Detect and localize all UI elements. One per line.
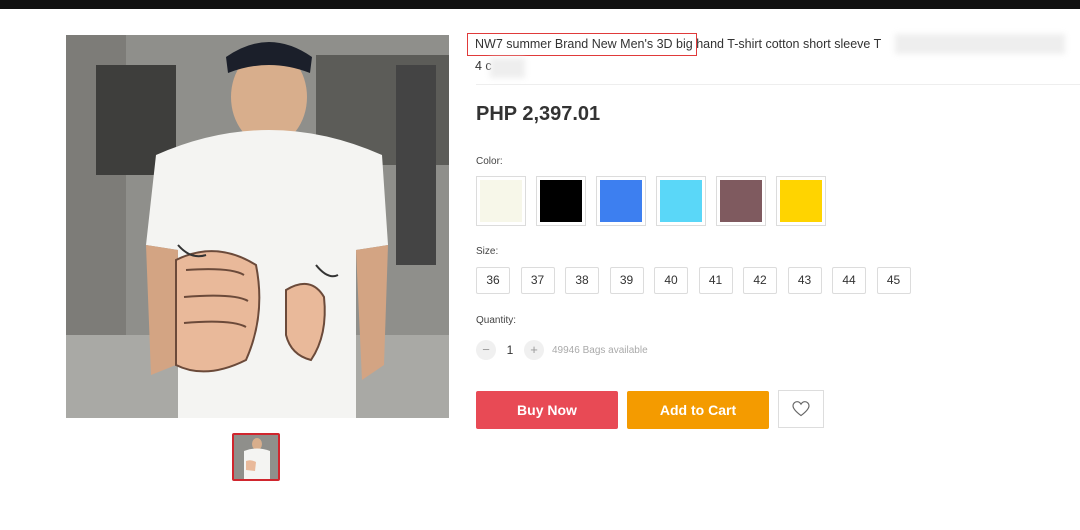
top-bar	[0, 0, 1080, 9]
color-swatch-fill	[720, 180, 762, 222]
divider	[476, 84, 1080, 85]
color-label: Color:	[476, 156, 503, 167]
color-swatch[interactable]	[596, 176, 646, 226]
size-option[interactable]: 37	[520, 267, 555, 294]
wishlist-button[interactable]	[778, 390, 824, 428]
size-option[interactable]: 44	[832, 267, 866, 294]
color-swatch[interactable]	[476, 176, 526, 226]
size-label: Size:	[476, 246, 499, 257]
color-swatch[interactable]	[716, 176, 766, 226]
size-option[interactable]: 42	[743, 267, 777, 294]
color-swatch[interactable]	[656, 176, 706, 226]
size-option[interactable]: 43	[787, 267, 822, 294]
redacted-region	[490, 58, 525, 78]
heart-icon	[792, 401, 810, 417]
color-swatch-fill	[660, 180, 702, 222]
add-to-cart-button[interactable]: Add to Cart	[627, 391, 769, 429]
size-option[interactable]: 39	[609, 267, 644, 294]
color-swatches	[476, 176, 836, 226]
size-option[interactable]: 41	[698, 267, 733, 294]
color-swatch-fill	[540, 180, 582, 222]
stock-available: 49946 Bags available	[552, 344, 648, 356]
quantity-label: Quantity:	[476, 315, 517, 326]
quantity-stepper: − 1 + 49946 Bags available	[476, 340, 648, 360]
quantity-value[interactable]: 1	[496, 343, 524, 357]
size-options: 36 37 38 39 40 41 42 43 44 45	[476, 267, 921, 294]
quantity-increase-button[interactable]: +	[524, 340, 544, 360]
product-thumbnail[interactable]	[232, 433, 280, 481]
color-swatch-fill	[480, 180, 522, 222]
size-option[interactable]: 40	[654, 267, 688, 294]
size-option[interactable]: 38	[565, 267, 599, 294]
size-option[interactable]: 36	[476, 267, 510, 294]
product-title-line-2: 4 c	[475, 59, 492, 73]
color-swatch[interactable]	[536, 176, 586, 226]
buy-now-button[interactable]: Buy Now	[476, 391, 618, 429]
redacted-region	[895, 34, 1065, 54]
color-swatch-fill	[600, 180, 642, 222]
product-main-image[interactable]	[66, 35, 449, 418]
product-price: PHP 2,397.01	[476, 103, 601, 125]
quantity-decrease-button[interactable]: −	[476, 340, 496, 360]
color-swatch[interactable]	[776, 176, 826, 226]
color-swatch-fill	[780, 180, 822, 222]
size-option[interactable]: 45	[876, 267, 911, 294]
